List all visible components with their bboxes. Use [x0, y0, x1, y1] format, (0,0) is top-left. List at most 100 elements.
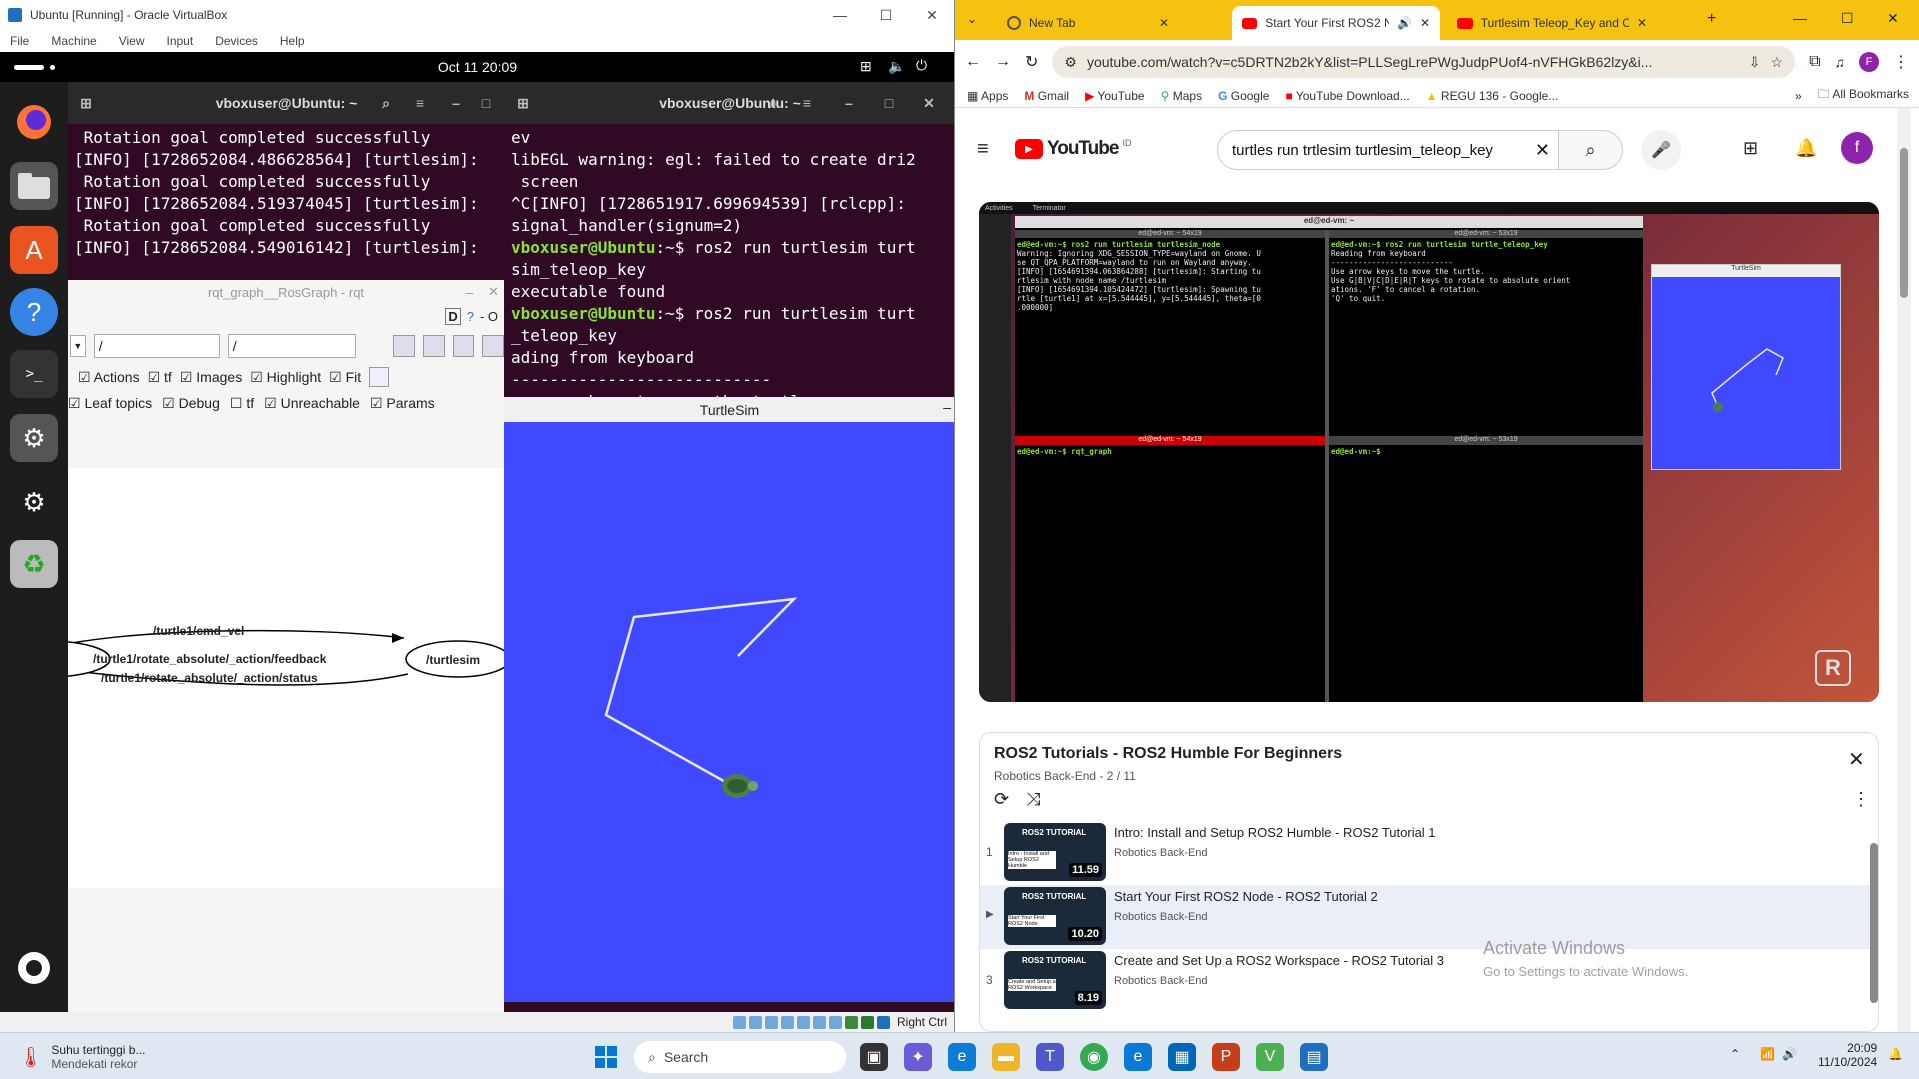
tf-checkbox[interactable]: ☑ tf [148, 369, 172, 386]
speaker-icon[interactable]: 🔊 [1782, 1047, 1797, 1061]
close-icon[interactable]: ✕ [915, 90, 943, 116]
rqt-save-svg-icon[interactable] [452, 335, 475, 357]
playlist-title[interactable]: ROS2 Tutorials - ROS2 Humble For Beginne… [994, 745, 1342, 763]
clock[interactable]: Oct 11 20:09 [438, 59, 517, 75]
notifications-bell-icon[interactable]: 🔔 [1888, 1047, 1903, 1061]
playlist-scrollbar[interactable] [1870, 843, 1878, 1003]
rqt-graph-window[interactable]: rqt_graph__RosGraph - rqt – ✕ D ? - O ▼ … [68, 280, 504, 1012]
params-checkbox[interactable]: ☑ Params [370, 395, 435, 412]
youtube-logo[interactable]: ▶ YouTube ID [1015, 138, 1131, 160]
vscode-icon[interactable]: V [1256, 1043, 1284, 1071]
copilot-icon[interactable]: ✦ [904, 1043, 932, 1071]
settings-icon-2[interactable]: ⚙ [10, 478, 58, 526]
network-status-icon[interactable] [780, 1015, 794, 1029]
unreachable-checkbox[interactable]: ☑ Unreachable [264, 395, 360, 412]
menu-icon[interactable]: ≡ [406, 90, 434, 116]
power-icon[interactable]: ⏻ [916, 57, 927, 74]
tab-close-icon[interactable]: ✕ [1637, 16, 1647, 30]
video-thumbnail[interactable]: ROS2 TUTORIAL Create and Setup a ROS2 Wo… [1004, 951, 1106, 1009]
minimize-icon[interactable]: – [835, 90, 863, 116]
menu-machine[interactable]: Machine [51, 34, 96, 48]
actions-checkbox[interactable]: ☑ Actions [78, 369, 140, 386]
images-checkbox[interactable]: ☑ Images [180, 369, 242, 386]
highlight-checkbox[interactable]: ☑ Highlight [250, 369, 321, 386]
rqt-load-icon[interactable] [393, 335, 415, 357]
new-tab-icon[interactable]: ⊞ [72, 90, 100, 116]
activities-indicator[interactable] [14, 65, 44, 70]
clear-search-icon[interactable]: ✕ [1535, 140, 1550, 161]
tf-unchecked-checkbox[interactable]: ☐ tf [230, 395, 254, 412]
rqt-dropdown[interactable]: ▼ [70, 335, 86, 357]
rqt-extra-icon[interactable]: - O [480, 309, 498, 324]
tray-overflow-icon[interactable]: ⌃ [1730, 1047, 1740, 1061]
edge-label[interactable]: /turtle1/cmd_vel [153, 624, 244, 638]
network-icon[interactable]: ⊞ [860, 58, 872, 75]
graph-node-turtlesim[interactable]: /turtlesim [426, 653, 480, 667]
video-title[interactable]: Intro: Install and Setup ROS2 Humble - R… [1114, 825, 1436, 840]
menu-input[interactable]: Input [167, 34, 194, 48]
rqt-save-dot-icon[interactable] [423, 335, 445, 357]
playlist-item[interactable]: 1 ROS2 TUTORIAL Intro - Install and Setu… [980, 821, 1870, 885]
account-avatar[interactable]: f [1841, 132, 1873, 164]
bookmark-apps[interactable]: ▦ Apps [967, 89, 1008, 103]
shared-folder-icon[interactable] [812, 1015, 826, 1029]
search-icon[interactable]: ⌕ [372, 90, 400, 116]
show-apps-icon[interactable] [10, 944, 58, 992]
bookmark-google[interactable]: G Google [1218, 89, 1269, 103]
maximize-button[interactable]: ☐ [1841, 10, 1854, 27]
hdd-icon[interactable] [732, 1015, 746, 1029]
leaf-topics-checkbox[interactable]: ☑ Leaf topics [68, 395, 152, 412]
terminal-icon[interactable]: >_ [10, 350, 58, 398]
tab-search-chevron-icon[interactable]: ⌄ [967, 12, 977, 26]
extensions-icon[interactable]: ⧉ [1809, 53, 1820, 71]
tab-start-your-first-ros2-node[interactable]: Start Your First ROS2 Node 🔊 ✕ [1232, 6, 1440, 40]
software-icon[interactable]: A [10, 226, 58, 274]
menu-help[interactable]: Help [280, 34, 305, 48]
media-control-icon[interactable]: ♫ [1835, 54, 1846, 70]
reload-icon[interactable]: ↻ [1025, 52, 1038, 72]
notifications-icon[interactable]: 🔔 [1795, 138, 1817, 159]
minimize-button[interactable]: — [1793, 10, 1807, 26]
address-bar[interactable]: ⚙ youtube.com/watch?v=c5DRTN2b2kY&list=P… [1052, 46, 1796, 78]
cpu-icon[interactable] [860, 1015, 874, 1029]
trash-icon[interactable]: ♻ [10, 540, 58, 588]
menu-icon[interactable]: ≡ [793, 90, 821, 116]
bookmark-regu[interactable]: ▲ REGU 136 - Google... [1426, 89, 1559, 103]
mouse-integration-icon[interactable] [876, 1015, 890, 1029]
wifi-icon[interactable]: 📶 [1760, 1047, 1775, 1061]
search-button[interactable]: ⌕ [1559, 130, 1623, 170]
usb-icon[interactable] [796, 1015, 810, 1029]
rqt-namespace-filter[interactable]: / [93, 334, 220, 358]
bookmark-maps[interactable]: ⚲ Maps [1161, 89, 1202, 103]
edge-label[interactable]: /turtle1/rotate_absolute/_action/status [101, 671, 318, 685]
voice-search-icon[interactable]: 🎤 [1641, 130, 1681, 170]
bookmark-star-icon[interactable]: ☆ [1771, 54, 1784, 71]
bookmark-youtube-download[interactable]: ■ YouTube Download... [1285, 89, 1409, 103]
bookmark-gmail[interactable]: M Gmail [1024, 89, 1069, 103]
store-icon[interactable]: ▦ [1168, 1043, 1196, 1071]
site-info-icon[interactable]: ⚙ [1064, 54, 1077, 71]
video-player[interactable]: Activities Terminator ed@ed-vm: ~ ed@ed-… [979, 202, 1879, 702]
rqt-graph-canvas[interactable]: /turtle1/cmd_vel /turtle1/rotate_absolut… [68, 468, 504, 888]
recording-icon[interactable] [844, 1015, 858, 1029]
install-icon[interactable]: ⇩ [1749, 54, 1761, 71]
search-icon[interactable]: ⌕ [759, 90, 787, 116]
help-icon[interactable]: ? [10, 288, 58, 336]
fit-view-icon[interactable] [369, 367, 390, 387]
new-tab-button[interactable]: + [1707, 10, 1716, 28]
video-thumbnail[interactable]: ROS2 TUTORIAL Intro - Install and Setup … [1004, 823, 1106, 881]
fit-checkbox[interactable]: ☑ Fit [329, 369, 361, 386]
video-thumbnail[interactable]: ROS2 TUTORIAL Start Your First ROS2 Node… [1004, 887, 1106, 945]
audio-icon[interactable] [764, 1015, 778, 1029]
rqt-help-icon[interactable]: ? [467, 309, 474, 324]
page-scrollbar[interactable] [1897, 108, 1911, 1032]
chrome-menu-icon[interactable]: ⋮ [1893, 52, 1909, 72]
close-button[interactable]: ✕ [909, 0, 954, 30]
optical-icon[interactable] [748, 1015, 762, 1029]
menu-file[interactable]: File [10, 34, 29, 48]
edge-icon[interactable]: e [948, 1043, 976, 1071]
file-explorer-icon[interactable]: ▬ [992, 1043, 1020, 1071]
menu-view[interactable]: View [119, 34, 145, 48]
url-text[interactable]: youtube.com/watch?v=c5DRTN2b2kY&list=PLL… [1087, 54, 1739, 70]
powerpoint-icon[interactable]: P [1212, 1043, 1240, 1071]
